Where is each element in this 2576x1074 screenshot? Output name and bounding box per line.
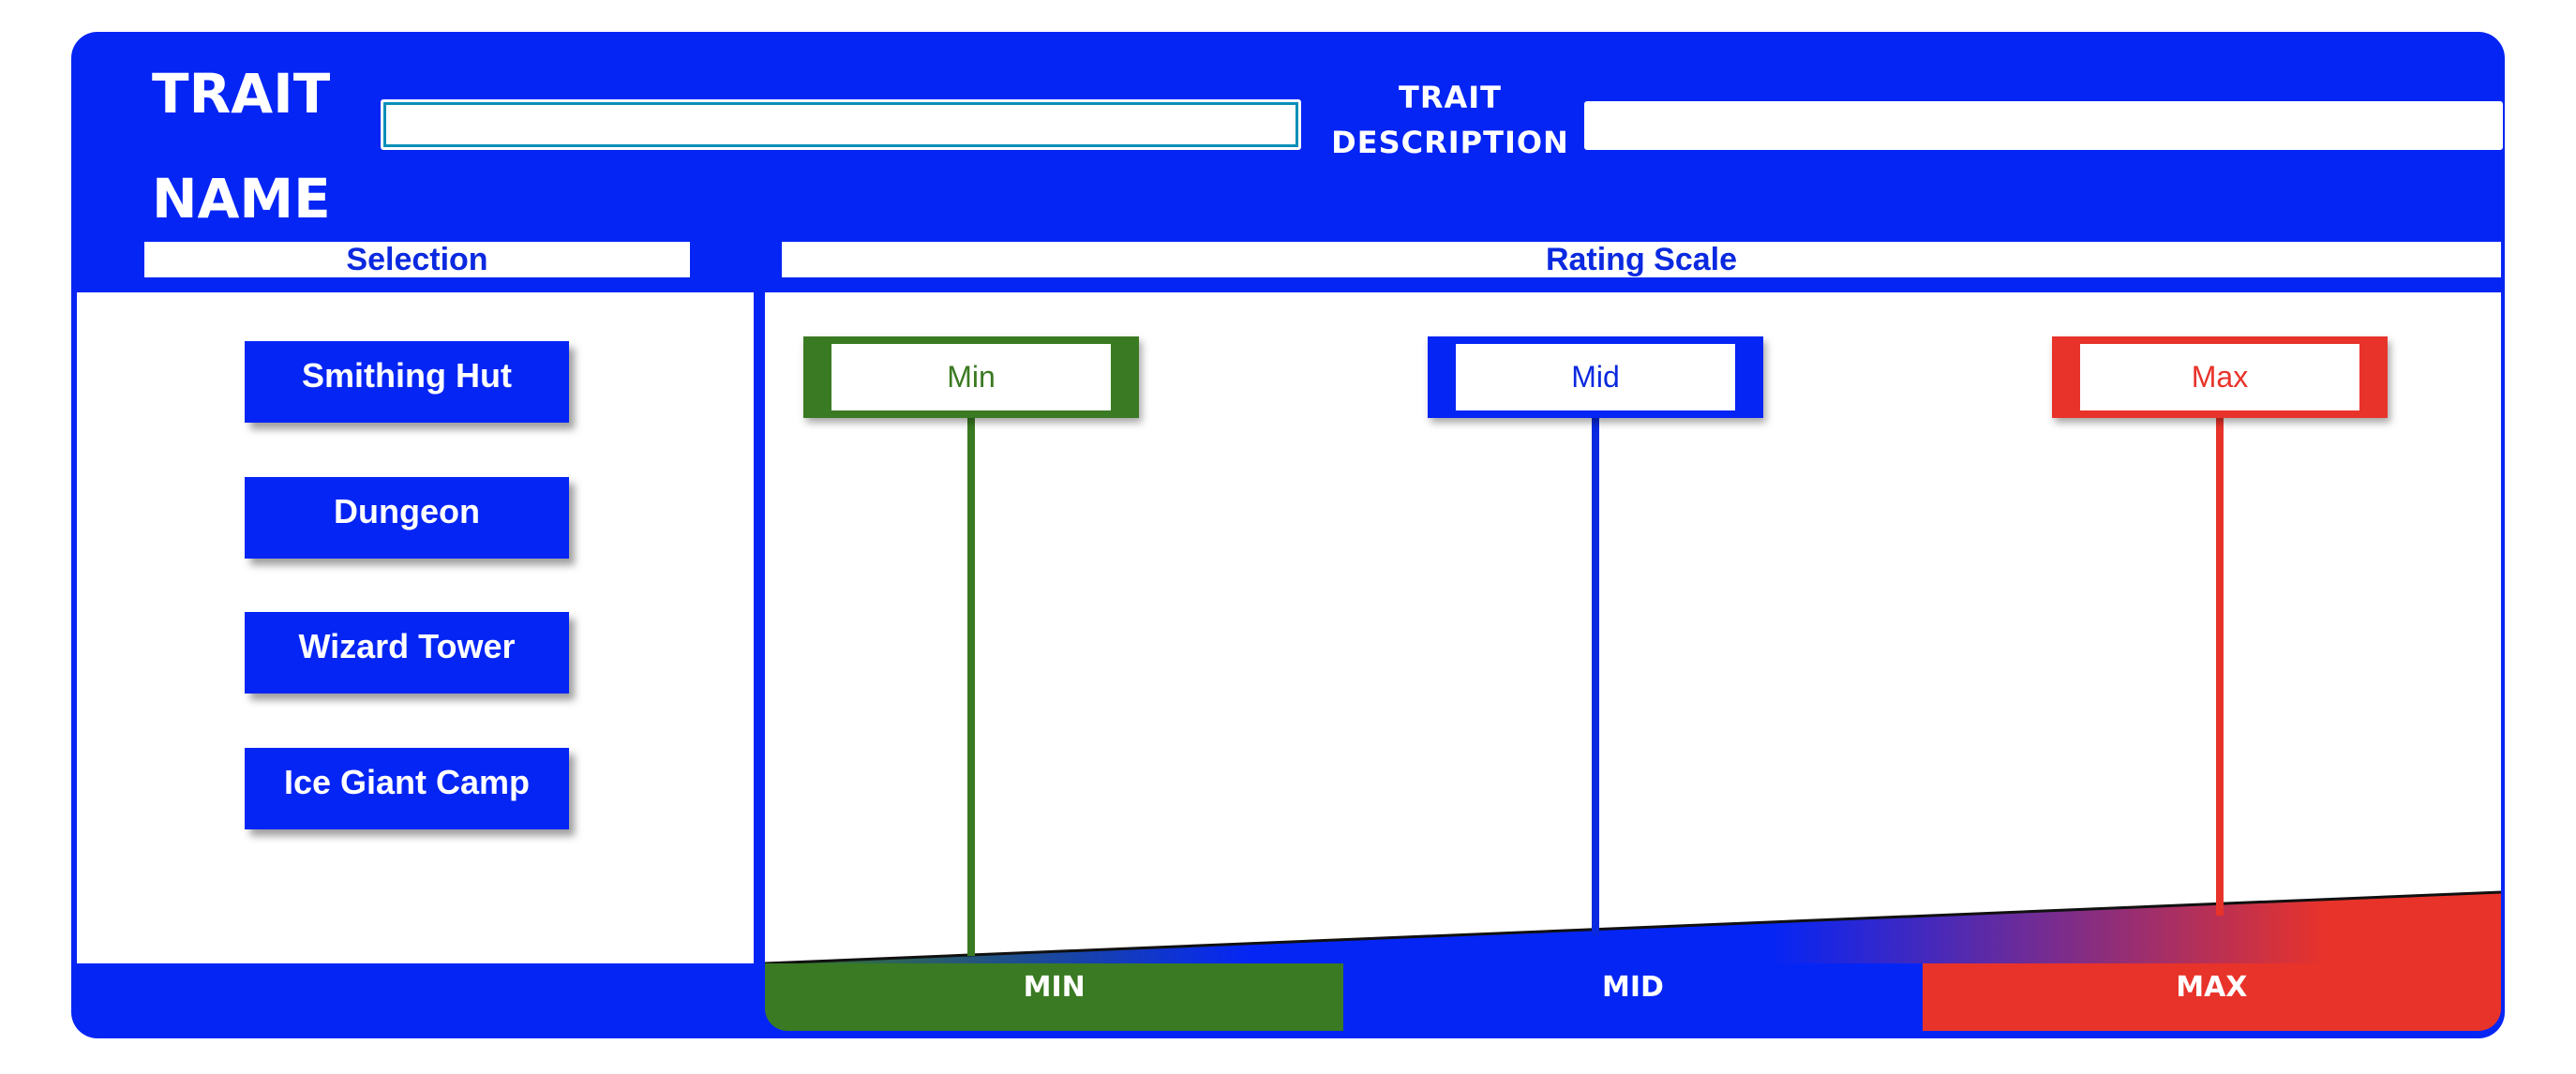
rating-legend-strip: MIN MID MAX xyxy=(765,963,2501,1031)
selection-item-ice-giant-camp[interactable]: Ice Giant Camp xyxy=(245,748,569,829)
min-marker-label: Min xyxy=(831,344,1111,410)
mid-marker[interactable]: Mid xyxy=(1428,336,1763,418)
trait-name-label: TRAIT NAME xyxy=(152,62,331,231)
max-marker-label: Max xyxy=(2080,344,2359,410)
mid-marker-label: Mid xyxy=(1456,344,1735,410)
selection-header: Selection xyxy=(144,242,690,277)
legend-mid: MID xyxy=(1343,963,1923,1031)
trait-description-input[interactable] xyxy=(1584,101,2503,150)
selection-item-smithing-hut[interactable]: Smithing Hut xyxy=(245,341,569,423)
selection-item-dungeon[interactable]: Dungeon xyxy=(245,477,569,559)
max-marker[interactable]: Max xyxy=(2052,336,2388,418)
trait-editor-panel: TRAIT NAME TRAIT DESCRIPTION Selection R… xyxy=(71,32,2505,1038)
trait-name-input[interactable] xyxy=(381,99,1301,150)
mid-marker-stem xyxy=(1592,412,1599,935)
max-marker-stem xyxy=(2216,412,2224,916)
min-marker[interactable]: Min xyxy=(803,336,1139,418)
selection-item-wizard-tower[interactable]: Wizard Tower xyxy=(245,612,569,694)
rating-scale-header: Rating Scale xyxy=(782,242,2501,277)
rating-scale-area: Min Mid Max xyxy=(765,292,2501,963)
trait-description-label: TRAIT DESCRIPTION xyxy=(1331,80,1569,160)
min-marker-stem xyxy=(967,412,975,956)
legend-min: MIN xyxy=(765,963,1344,1031)
legend-max: MAX xyxy=(1922,963,2501,1031)
selection-list: Smithing Hut Dungeon Wizard Tower Ice Gi… xyxy=(77,292,754,963)
